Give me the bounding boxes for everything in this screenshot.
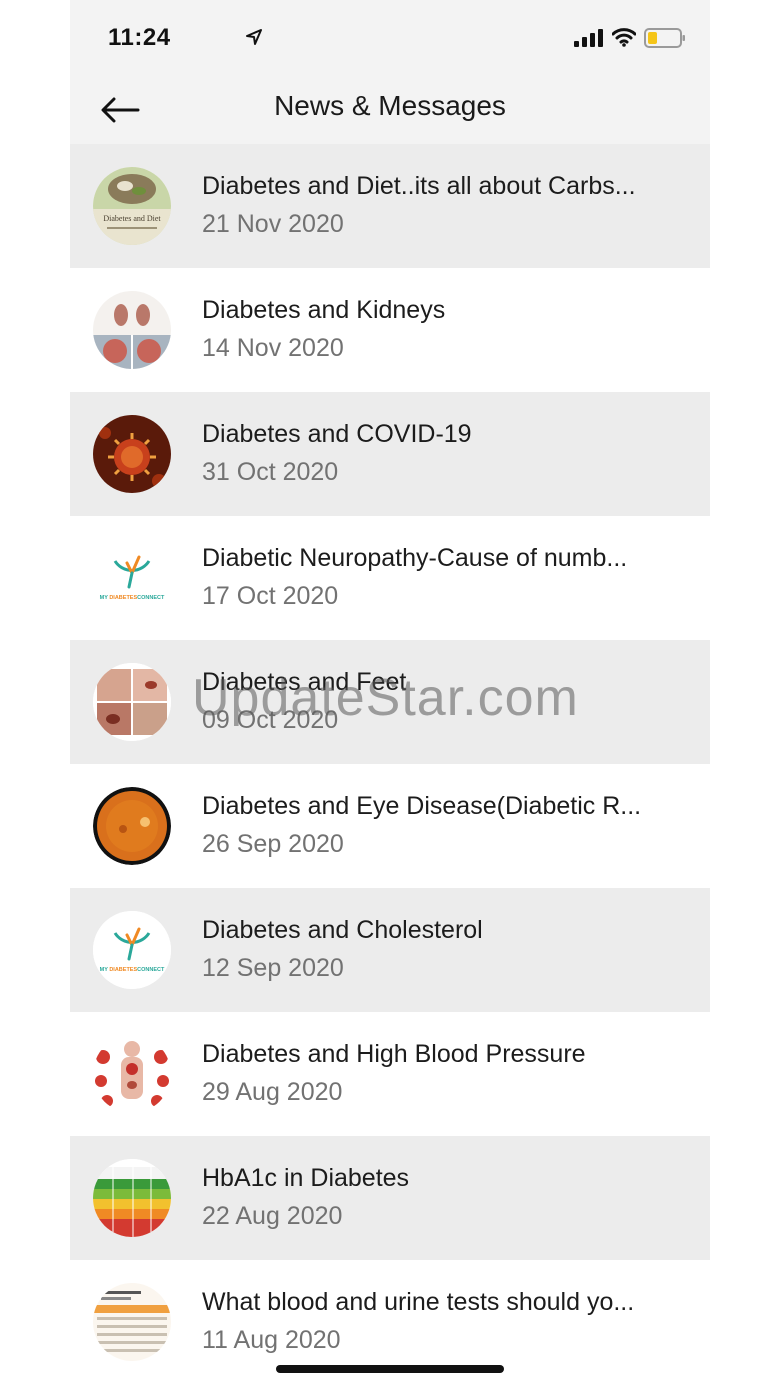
news-item-cholesterol[interactable]: MY DIABETESCONNECT Diabetes and Choleste… (70, 888, 710, 1012)
news-item-title: Diabetes and Diet..its all about Carbs..… (202, 172, 636, 200)
my-diabetes-connect-logo: MY DIABETESCONNECT (93, 911, 171, 989)
news-item-date: 21 Nov 2020 (202, 210, 344, 238)
svg-text:MY DIABETESCONNECT: MY DIABETESCONNECT (100, 967, 165, 973)
news-item-date: 31 Oct 2020 (202, 458, 339, 486)
svg-text:Diabetes and Diet: Diabetes and Diet (103, 214, 161, 223)
news-item-diet[interactable]: Diabetes and Diet Diabetes and Diet..its… (70, 144, 710, 268)
news-item-blood-pressure[interactable]: Diabetes and High Blood Pressure 29 Aug … (70, 1012, 710, 1136)
navigation-bar: News & Messages (70, 78, 710, 145)
news-item-date: 14 Nov 2020 (202, 334, 344, 362)
status-time: 11:24 (108, 24, 171, 51)
news-list: Diabetes and Diet Diabetes and Diet..its… (70, 144, 710, 1384)
retina-thumbnail (93, 787, 171, 865)
news-item-covid[interactable]: Diabetes and COVID-19 31 Oct 2020 (70, 392, 710, 516)
news-item-date: 12 Sep 2020 (202, 954, 344, 982)
page-title: News & Messages (274, 90, 506, 121)
news-item-feet[interactable]: Diabetes and Feet 09 Oct 2020 (70, 640, 710, 764)
home-indicator[interactable] (276, 1365, 504, 1373)
news-item-title: Diabetic Neuropathy-Cause of numb... (202, 544, 628, 572)
body-organs-thumbnail (93, 1035, 171, 1113)
news-item-date: 17 Oct 2020 (202, 582, 339, 610)
my-diabetes-connect-logo: MY DIABETESCONNECT (93, 539, 171, 617)
hba1c-chart-thumbnail (93, 1159, 171, 1237)
kidney-thumbnail (93, 291, 171, 369)
news-item-title: Diabetes and COVID-19 (202, 420, 472, 448)
news-item-title: Diabetes and Eye Disease(Diabetic R... (202, 792, 642, 820)
diet-thumbnail: Diabetes and Diet (93, 167, 171, 245)
news-item-title: Diabetes and High Blood Pressure (202, 1040, 586, 1068)
news-item-neuropathy[interactable]: MY DIABETESCONNECT Diabetic Neuropathy-C… (70, 516, 710, 640)
news-item-date: 29 Aug 2020 (202, 1078, 343, 1106)
news-item-hba1c[interactable]: HbA1c in Diabetes 22 Aug 2020 (70, 1136, 710, 1260)
news-item-eye-disease[interactable]: Diabetes and Eye Disease(Diabetic R... 2… (70, 764, 710, 888)
wifi-icon (612, 28, 636, 47)
news-item-title: Diabetes and Feet (202, 668, 407, 696)
news-item-date: 26 Sep 2020 (202, 830, 344, 858)
feet-thumbnail (93, 663, 171, 741)
news-item-title: What blood and urine tests should yo... (202, 1288, 635, 1316)
news-item-date: 22 Aug 2020 (202, 1202, 343, 1230)
svg-text:MY DIABETESCONNECT: MY DIABETESCONNECT (100, 595, 165, 601)
news-item-title: Diabetes and Kidneys (202, 296, 446, 324)
tests-table-thumbnail (93, 1283, 171, 1361)
news-item-date: 11 Aug 2020 (202, 1326, 341, 1354)
news-item-title: Diabetes and Cholesterol (202, 916, 483, 944)
app-screen: 11:24 News & Messages Diabetes and Diet … (70, 0, 710, 1387)
status-bar: 11:24 (70, 0, 710, 78)
cellular-signal-icon (574, 29, 603, 47)
battery-icon (644, 28, 685, 48)
news-item-date: 09 Oct 2020 (202, 706, 339, 734)
news-item-kidneys[interactable]: Diabetes and Kidneys 14 Nov 2020 (70, 268, 710, 392)
covid-thumbnail (93, 415, 171, 493)
location-arrow-icon (246, 29, 262, 45)
news-item-title: HbA1c in Diabetes (202, 1164, 410, 1192)
